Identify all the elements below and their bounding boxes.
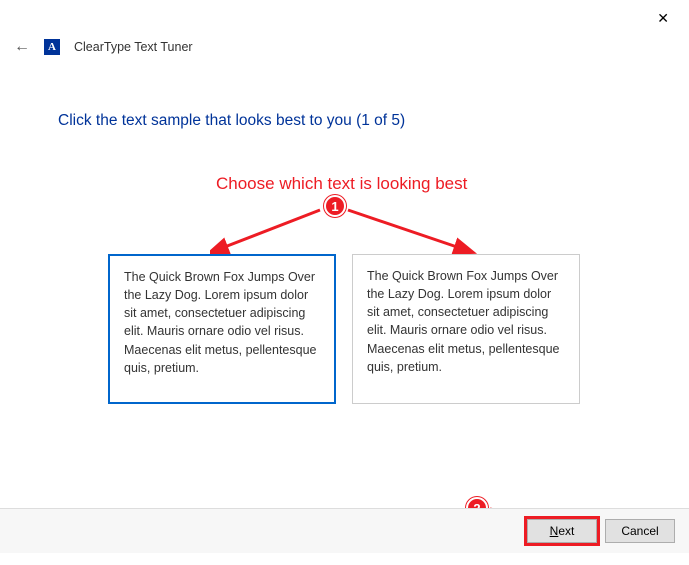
annotation-arrow-right bbox=[340, 200, 480, 260]
next-button[interactable]: Next bbox=[527, 519, 597, 543]
footer: Next Cancel bbox=[0, 508, 689, 553]
annotation-badge-1: 1 bbox=[324, 195, 346, 217]
annotation-label: Choose which text is looking best bbox=[216, 174, 467, 194]
annotation-arrow-left bbox=[210, 200, 340, 260]
close-icon[interactable]: ✕ bbox=[649, 6, 677, 31]
text-sample-2-content: The Quick Brown Fox Jumps Over the Lazy … bbox=[367, 269, 559, 374]
window-title: ClearType Text Tuner bbox=[74, 40, 193, 54]
app-icon: A bbox=[44, 39, 60, 55]
header: ← A ClearType Text Tuner bbox=[14, 38, 193, 56]
next-button-rest: ext bbox=[558, 524, 574, 538]
text-sample-2[interactable]: The Quick Brown Fox Jumps Over the Lazy … bbox=[352, 254, 580, 404]
text-sample-1[interactable]: The Quick Brown Fox Jumps Over the Lazy … bbox=[108, 254, 336, 404]
back-arrow-icon[interactable]: ← bbox=[14, 38, 30, 56]
instruction-text: Click the text sample that looks best to… bbox=[58, 112, 405, 130]
cancel-button[interactable]: Cancel bbox=[605, 519, 675, 543]
sample-container: The Quick Brown Fox Jumps Over the Lazy … bbox=[108, 254, 580, 404]
cancel-button-label: Cancel bbox=[621, 524, 658, 538]
text-sample-1-content: The Quick Brown Fox Jumps Over the Lazy … bbox=[124, 270, 316, 375]
